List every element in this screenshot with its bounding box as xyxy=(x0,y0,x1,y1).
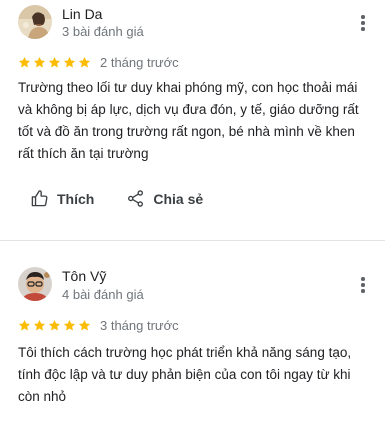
reviewer-name[interactable]: Tôn Vỹ xyxy=(62,268,106,284)
star-rating xyxy=(18,319,91,332)
like-label: Thích xyxy=(57,190,95,207)
review-card: Tôn Vỹ 4 bài đánh giá 3 tháng trước Tôi … xyxy=(0,241,385,425)
rating-row: 2 tháng trước xyxy=(18,55,179,70)
thumb-up-icon xyxy=(31,190,48,207)
review-date: 2 tháng trước xyxy=(100,55,179,70)
review-text: Tôi thích cách trường học phát triển khả… xyxy=(18,345,352,404)
star-icon xyxy=(63,319,76,331)
star-icon xyxy=(48,319,61,331)
review-card: Lin Da 3 bài đánh giá 2 tháng trước Trườ… xyxy=(0,0,385,240)
avatar[interactable] xyxy=(18,267,52,301)
review-actions: Thích Chia sẻ xyxy=(30,189,203,208)
star-icon xyxy=(18,56,31,68)
star-icon xyxy=(18,319,31,331)
star-icon xyxy=(33,319,46,331)
more-options-icon[interactable] xyxy=(355,274,371,296)
share-label: Chia sẻ xyxy=(153,190,204,207)
more-options-icon[interactable] xyxy=(355,12,371,34)
star-rating xyxy=(18,56,91,69)
review-text: Trường theo lối tư duy khai phóng mỹ, co… xyxy=(18,80,359,161)
share-button[interactable]: Chia sẻ xyxy=(126,189,203,208)
share-icon xyxy=(128,190,144,207)
star-icon xyxy=(48,56,61,68)
review-count: 4 bài đánh giá xyxy=(62,287,144,302)
review-date: 3 tháng trước xyxy=(100,318,179,333)
star-icon xyxy=(78,56,91,68)
star-icon xyxy=(33,56,46,68)
like-button[interactable]: Thích xyxy=(30,189,94,208)
star-icon xyxy=(78,319,91,331)
reviewer-name[interactable]: Lin Da xyxy=(62,6,102,22)
star-icon xyxy=(63,56,76,68)
rating-row: 3 tháng trước xyxy=(18,318,179,333)
avatar[interactable] xyxy=(18,5,52,39)
review-count: 3 bài đánh giá xyxy=(62,24,144,39)
